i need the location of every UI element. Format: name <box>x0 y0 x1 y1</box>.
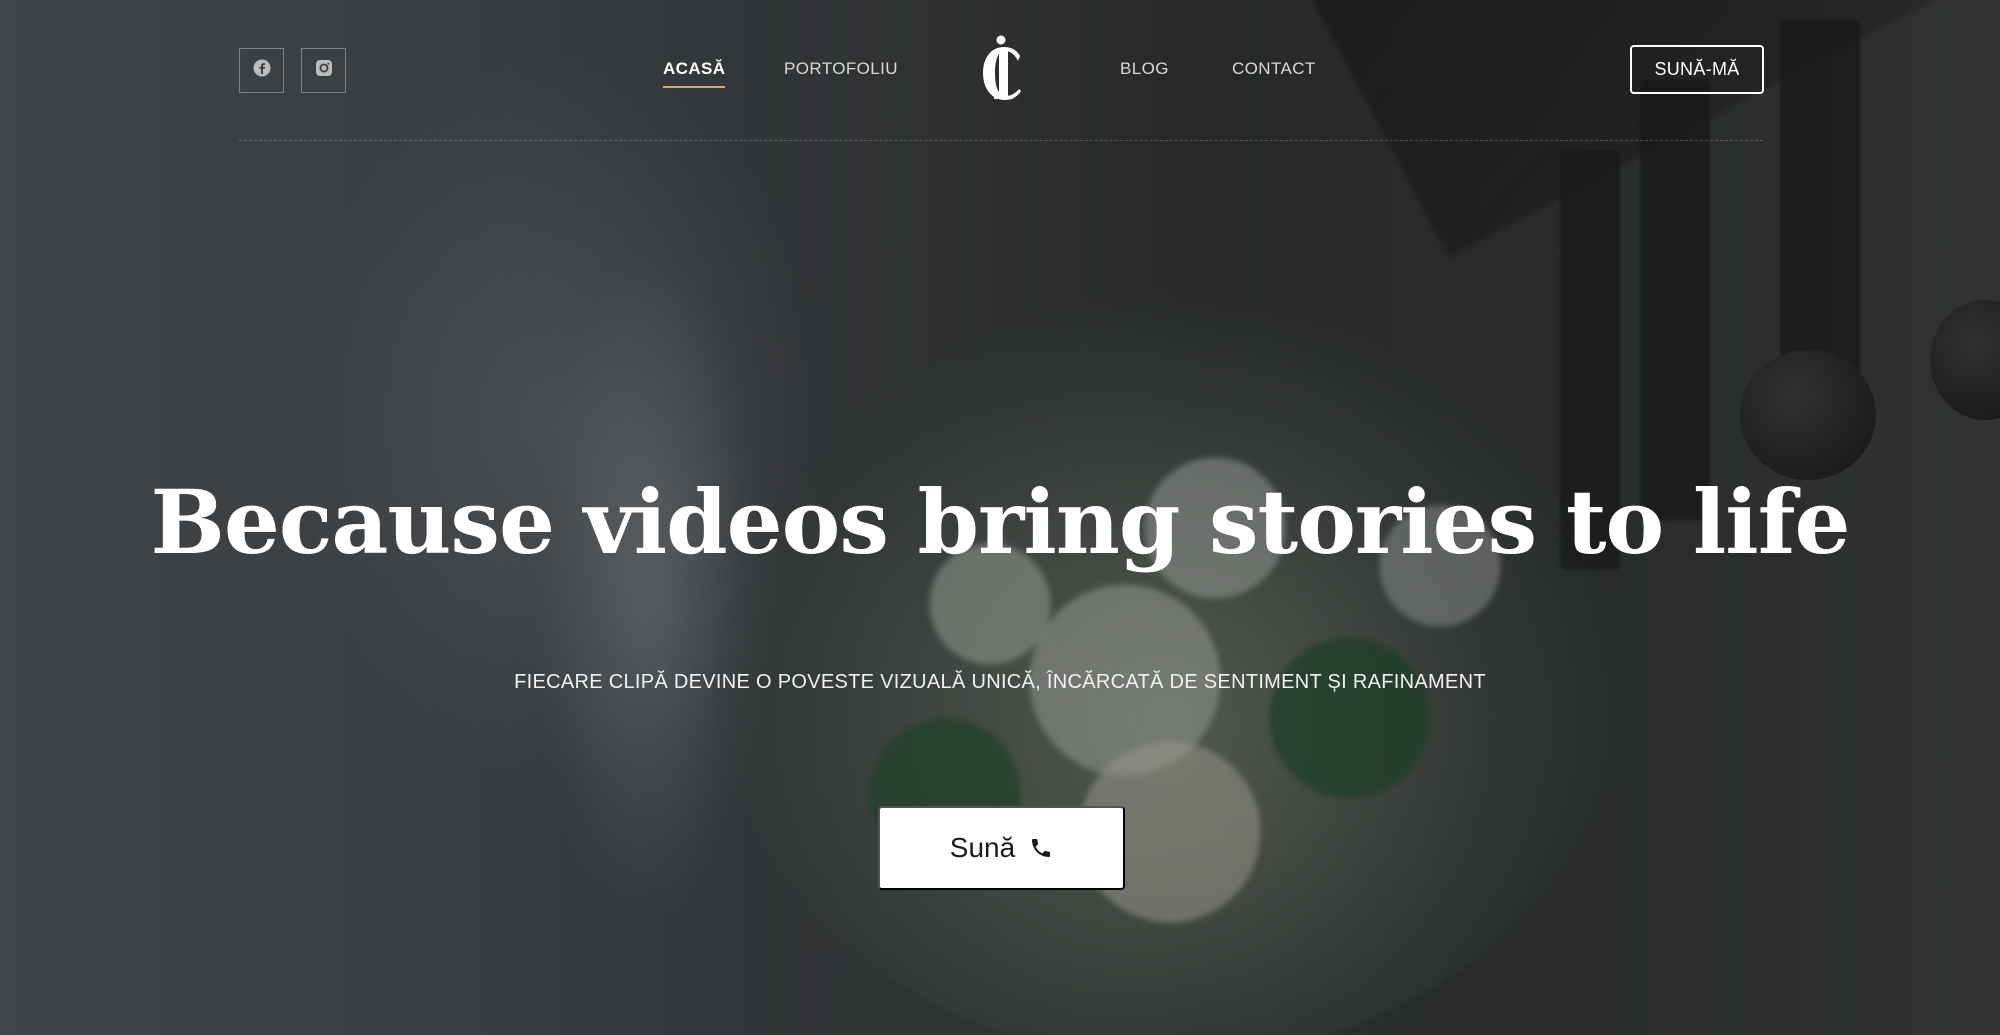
call-button-label: Sună <box>949 832 1016 863</box>
nav-link-contact[interactable]: CONTACT <box>1232 59 1316 79</box>
facebook-icon <box>253 59 271 82</box>
nav-link-acasa[interactable]: ACASĂ <box>663 59 726 88</box>
call-me-button[interactable]: SUNĂ-MĂ <box>1630 45 1764 94</box>
instagram-icon <box>315 59 333 82</box>
phone-icon <box>1029 836 1053 860</box>
site-header: ACASĂ PORTOFOLIU BLOG CONTACT SUNĂ-MĂ <box>239 0 1764 141</box>
hero-headline: Because videos bring stories to life <box>150 470 1850 574</box>
nav-link-portofoliu[interactable]: PORTOFOLIU <box>784 59 898 79</box>
facebook-link[interactable] <box>239 48 284 93</box>
nav-link-blog[interactable]: BLOG <box>1120 59 1169 79</box>
hero-section: ACASĂ PORTOFOLIU BLOG CONTACT SUNĂ-MĂ Be… <box>0 0 2000 1035</box>
hero-subheadline: FIECARE CLIPĂ DEVINE O POVESTE VIZUALĂ U… <box>514 671 1486 693</box>
ci-monogram-logo[interactable] <box>974 34 1030 104</box>
instagram-link[interactable] <box>301 48 346 93</box>
call-button[interactable]: Sună <box>878 806 1125 890</box>
